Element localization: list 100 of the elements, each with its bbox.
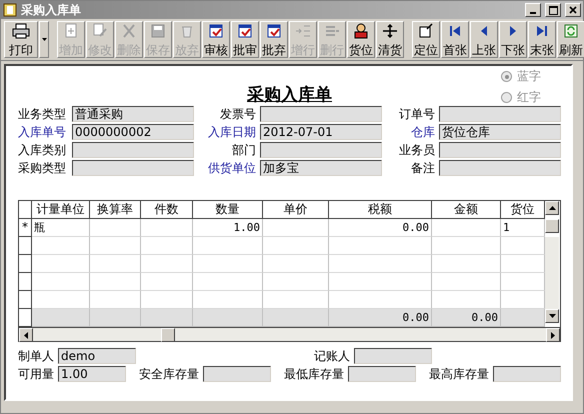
column-header[interactable]: 件数 bbox=[141, 201, 193, 219]
row-header[interactable] bbox=[19, 255, 32, 273]
approve-icon bbox=[208, 23, 224, 39]
input-field[interactable] bbox=[348, 366, 416, 382]
toolbar-button[interactable]: 末张 bbox=[528, 21, 556, 58]
table-cell bbox=[90, 219, 141, 237]
input-field[interactable]: 货位仓库 bbox=[439, 124, 561, 140]
row-header[interactable] bbox=[19, 237, 32, 255]
down-arrow-icon bbox=[548, 314, 556, 318]
table-cell bbox=[501, 237, 545, 255]
table-cell bbox=[193, 291, 263, 309]
scroll-left-button[interactable] bbox=[19, 328, 33, 342]
table-cell bbox=[193, 255, 263, 273]
printer-icon bbox=[12, 23, 30, 39]
maximize-button[interactable] bbox=[545, 3, 561, 17]
up-arrow-icon bbox=[548, 206, 556, 210]
table-cell bbox=[32, 291, 90, 309]
approve-icon bbox=[237, 23, 253, 39]
table-cell bbox=[141, 291, 193, 309]
table-cell bbox=[141, 237, 193, 255]
toolbar-button[interactable]: 批审 bbox=[231, 21, 259, 58]
table-cell bbox=[193, 273, 263, 291]
input-field[interactable] bbox=[72, 160, 194, 176]
scrollbar-thumb[interactable] bbox=[545, 219, 559, 233]
caret-icon bbox=[42, 38, 46, 41]
field-label: 入库单号 bbox=[18, 124, 67, 140]
scroll-down-button[interactable] bbox=[545, 309, 559, 323]
toolbar-button[interactable]: 审核 bbox=[202, 21, 230, 58]
toolbar-button[interactable]: 清货 bbox=[376, 21, 404, 58]
table-cell bbox=[263, 219, 329, 237]
input-field[interactable] bbox=[72, 142, 194, 158]
input-field[interactable] bbox=[439, 106, 561, 122]
field-label: 最高库存量 bbox=[429, 366, 490, 382]
toolbar-button[interactable]: 下张 bbox=[499, 21, 527, 58]
toolbar-button[interactable]: 定位 bbox=[412, 21, 440, 58]
row-header[interactable] bbox=[19, 273, 32, 291]
column-header[interactable]: 单价 bbox=[263, 201, 329, 219]
scrollbar-thumb[interactable] bbox=[161, 328, 175, 342]
input-field[interactable]: 1.00 bbox=[58, 366, 126, 382]
new-document-icon bbox=[63, 23, 79, 39]
scroll-right-button[interactable] bbox=[546, 328, 560, 342]
input-field[interactable] bbox=[203, 366, 271, 382]
table-cell bbox=[263, 255, 329, 273]
table-cell bbox=[141, 219, 193, 237]
close-icon bbox=[569, 6, 577, 14]
input-field[interactable]: 2012-07-01 bbox=[260, 124, 382, 140]
field-label: 备注 bbox=[410, 160, 435, 176]
input-field[interactable]: 0000000002 bbox=[72, 124, 194, 140]
input-field[interactable]: 普通采购 bbox=[72, 106, 194, 122]
table-cell bbox=[432, 219, 501, 237]
table-cell: 0.00 bbox=[329, 219, 432, 237]
total-cell: 0.00 bbox=[432, 309, 501, 327]
scroll-up-button[interactable] bbox=[545, 201, 559, 215]
field-label: 部门 bbox=[231, 142, 256, 158]
column-header[interactable]: 换算率 bbox=[90, 201, 141, 219]
app-icon bbox=[3, 3, 17, 17]
toolbar-button[interactable]: 打印 bbox=[4, 21, 38, 58]
toolbar-button[interactable]: 上张 bbox=[470, 21, 498, 58]
left-arrow-icon bbox=[24, 332, 28, 338]
toolbar-button[interactable]: 首张 bbox=[441, 21, 469, 58]
radio-button[interactable] bbox=[501, 71, 512, 82]
column-header[interactable]: 税额 bbox=[329, 201, 432, 219]
row-header[interactable]: * bbox=[19, 219, 32, 237]
field-label: 入库类别 bbox=[18, 142, 67, 158]
first-icon bbox=[447, 23, 463, 39]
column-header[interactable]: 货位 bbox=[501, 201, 545, 219]
input-field[interactable] bbox=[493, 366, 561, 382]
radio-label: 蓝字 bbox=[517, 68, 541, 85]
column-header[interactable]: 金额 bbox=[432, 201, 501, 219]
input-field[interactable] bbox=[439, 160, 561, 176]
close-button[interactable] bbox=[565, 3, 581, 17]
input-field[interactable]: 加多宝 bbox=[260, 160, 382, 176]
field-label: 业务员 bbox=[398, 142, 435, 158]
dropdown-button[interactable] bbox=[39, 21, 49, 58]
column-header[interactable]: 数量 bbox=[193, 201, 263, 219]
table-cell: 瓶 bbox=[32, 219, 90, 237]
delete-icon bbox=[121, 23, 137, 39]
input-field[interactable]: demo bbox=[58, 348, 136, 364]
input-field[interactable] bbox=[439, 142, 561, 158]
input-field[interactable] bbox=[260, 142, 382, 158]
clear-arrows-icon bbox=[382, 23, 398, 39]
table-cell bbox=[141, 255, 193, 273]
input-field[interactable] bbox=[354, 348, 432, 364]
table-cell bbox=[263, 237, 329, 255]
field-label: 记账人 bbox=[314, 348, 350, 364]
table-cell bbox=[432, 255, 501, 273]
table-cell bbox=[263, 273, 329, 291]
worker-icon bbox=[353, 23, 369, 39]
toolbar-button[interactable]: 货位 bbox=[347, 21, 375, 58]
row-header[interactable] bbox=[19, 309, 32, 327]
toolbar-button[interactable]: 批弃 bbox=[260, 21, 288, 58]
radio-button[interactable] bbox=[501, 92, 512, 103]
field-label: 发票号 bbox=[219, 106, 256, 122]
input-field[interactable] bbox=[260, 106, 382, 122]
toolbar-button[interactable]: 刷新 bbox=[557, 21, 584, 58]
delete-row-icon bbox=[324, 23, 340, 39]
column-header[interactable]: 计量单位 bbox=[32, 201, 90, 219]
refresh-icon bbox=[563, 23, 579, 39]
row-header[interactable] bbox=[19, 291, 32, 309]
minimize-button[interactable] bbox=[525, 3, 541, 17]
